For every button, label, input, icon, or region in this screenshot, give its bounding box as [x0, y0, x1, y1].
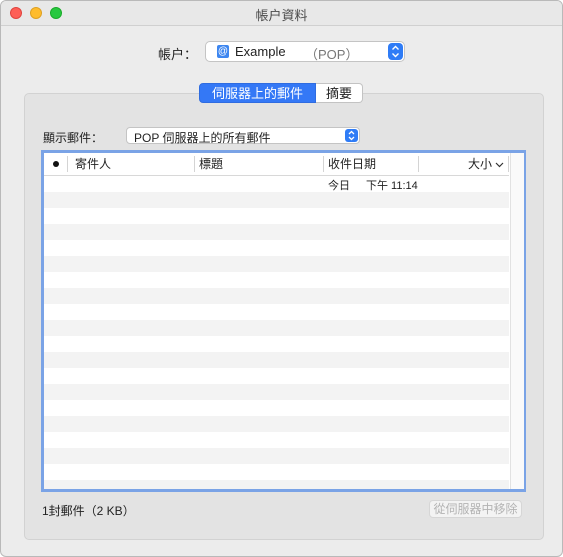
message-count-label: 1封郵件（2 KB）	[42, 504, 135, 518]
empty-row	[44, 240, 509, 256]
column-divider	[418, 156, 419, 172]
empty-row	[44, 480, 509, 489]
tab-bar: 伺服器上的郵件 摘要	[199, 83, 364, 103]
at-sign-icon: @	[217, 45, 229, 58]
empty-row	[44, 256, 509, 272]
title-bar: 帳户資料	[1, 1, 562, 26]
messages-table[interactable]: 寄件人 標題 收件日期 大小 今日 下午 11:14	[41, 150, 526, 492]
account-info-window: 帳户資料 帳户： @ Example （POP） 伺服器上的郵件 摘要 顯示郵件…	[0, 0, 563, 557]
account-type: （POP）	[305, 47, 359, 62]
empty-row	[44, 416, 509, 432]
table-scrollbar[interactable]	[510, 153, 524, 489]
column-header-date[interactable]: 收件日期	[328, 153, 376, 175]
column-header-sender[interactable]: 寄件人	[75, 153, 111, 175]
empty-row	[44, 288, 509, 304]
empty-row	[44, 304, 509, 320]
chevron-up-down-icon	[388, 43, 403, 60]
column-header-size[interactable]: 大小	[444, 153, 504, 175]
column-divider	[194, 156, 195, 172]
column-divider	[508, 156, 509, 172]
empty-row	[44, 448, 509, 464]
column-header-size-label: 大小	[467, 157, 492, 171]
account-select[interactable]: @ Example （POP）	[205, 41, 405, 62]
account-label: 帳户：	[158, 47, 198, 62]
show-messages-value: POP 伺服器上的所有郵件	[134, 131, 271, 145]
tab-summary[interactable]: 摘要	[316, 83, 364, 103]
column-header-read[interactable]	[53, 153, 61, 175]
row-time: 下午 11:14	[366, 180, 418, 192]
chevron-down-icon	[495, 162, 504, 168]
remove-from-server-button[interactable]: 從伺服器中移除	[429, 500, 522, 518]
empty-row	[44, 336, 509, 352]
show-messages-label: 顯示郵件：	[43, 131, 104, 145]
empty-row	[44, 224, 509, 240]
column-header-subject[interactable]: 標題	[199, 153, 223, 175]
chevron-up-down-icon	[345, 129, 358, 142]
empty-row	[44, 400, 509, 416]
empty-row	[44, 320, 509, 336]
empty-row	[44, 352, 509, 368]
empty-row	[44, 384, 509, 400]
table-row[interactable]: 今日 下午 11:14	[44, 176, 509, 192]
table-rows: 今日 下午 11:14	[44, 176, 509, 489]
account-name: Example	[235, 44, 286, 59]
empty-row	[44, 192, 509, 208]
empty-row	[44, 368, 509, 384]
empty-row	[44, 272, 509, 288]
empty-row	[44, 208, 509, 224]
show-messages-select[interactable]: POP 伺服器上的所有郵件	[126, 127, 360, 145]
column-divider	[67, 156, 68, 172]
column-divider	[323, 156, 324, 172]
row-date: 今日	[328, 180, 350, 192]
empty-row	[44, 432, 509, 448]
table-header: 寄件人 標題 收件日期 大小	[44, 153, 509, 176]
empty-row	[44, 464, 509, 480]
tab-server-messages[interactable]: 伺服器上的郵件	[199, 83, 317, 103]
window-title: 帳户資料	[255, 8, 308, 23]
unread-dot-icon	[53, 161, 59, 167]
